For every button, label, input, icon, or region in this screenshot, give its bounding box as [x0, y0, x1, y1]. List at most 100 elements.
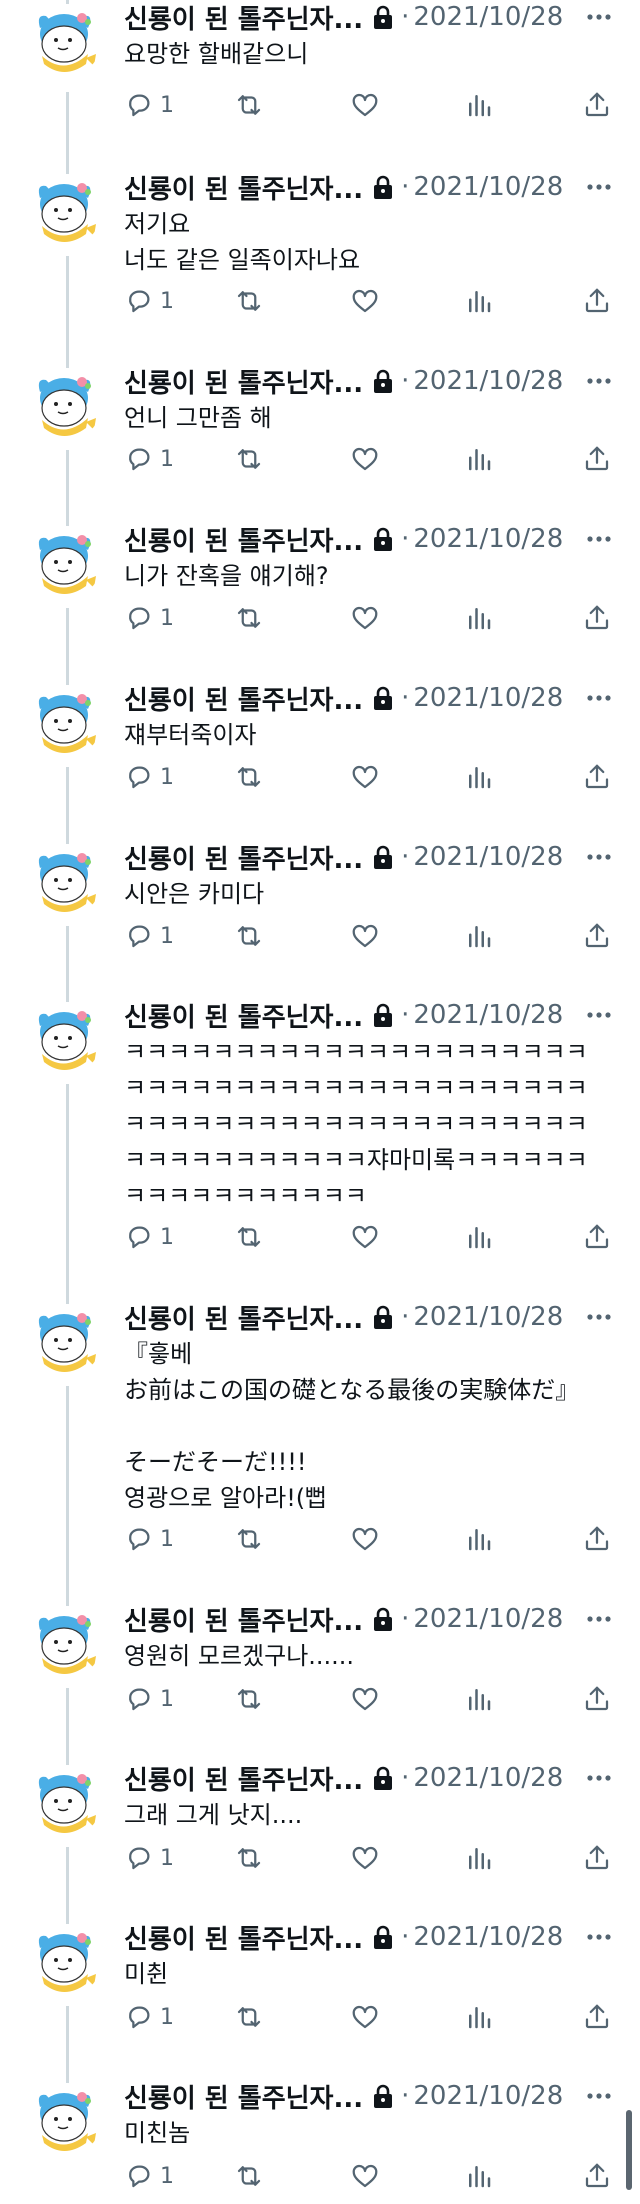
like-button[interactable]	[350, 284, 380, 318]
tweet-date[interactable]: 2021/10/28	[413, 1604, 563, 1634]
avatar[interactable]	[30, 1002, 102, 1074]
author-name[interactable]: 신룡이 된 톨주닌자...	[124, 363, 363, 400]
analytics-button[interactable]	[464, 601, 494, 635]
retweet-button[interactable]	[234, 1522, 264, 1556]
tweet[interactable]: 신룡이 된 톨주닌자... · 2021/10/28 미췬 1	[0, 1906, 640, 2073]
like-button[interactable]	[350, 1841, 380, 1875]
author-name[interactable]: 신룡이 된 톨주닌자...	[124, 1919, 363, 1956]
tweet[interactable]: 신룡이 된 톨주닌자... · 2021/10/28 요망한 할배같으니 1	[0, 0, 640, 164]
avatar[interactable]	[30, 4, 102, 76]
retweet-button[interactable]	[234, 601, 264, 635]
like-button[interactable]	[350, 2159, 380, 2193]
share-button[interactable]	[582, 1522, 612, 1556]
avatar[interactable]	[30, 1924, 102, 1996]
avatar[interactable]	[30, 1606, 102, 1678]
analytics-button[interactable]	[464, 2000, 494, 2034]
more-options-icon[interactable]	[582, 2079, 616, 2113]
share-button[interactable]	[582, 2159, 612, 2193]
more-options-icon[interactable]	[582, 681, 616, 715]
analytics-button[interactable]	[464, 1841, 494, 1875]
analytics-button[interactable]	[464, 1220, 494, 1254]
share-button[interactable]	[582, 284, 612, 318]
retweet-button[interactable]	[234, 88, 264, 122]
retweet-button[interactable]	[234, 919, 264, 953]
tweet[interactable]: 신룡이 된 톨주닌자... · 2021/10/28 시안은 카미다 1	[0, 826, 640, 992]
more-options-icon[interactable]	[582, 522, 616, 556]
share-button[interactable]	[582, 442, 612, 476]
analytics-button[interactable]	[464, 284, 494, 318]
analytics-button[interactable]	[464, 88, 494, 122]
author-name[interactable]: 신룡이 된 톨주닌자...	[124, 1760, 363, 1797]
avatar[interactable]	[30, 526, 102, 598]
retweet-button[interactable]	[234, 284, 264, 318]
avatar[interactable]	[30, 1765, 102, 1837]
reply-button[interactable]: 1	[124, 88, 174, 122]
tweet-date[interactable]: 2021/10/28	[413, 842, 563, 872]
tweet[interactable]: 신룡이 된 톨주닌자... · 2021/10/28 미친놈 1	[0, 2065, 640, 2204]
author-name[interactable]: 신룡이 된 톨주닌자...	[124, 1299, 363, 1336]
tweet[interactable]: 신룡이 된 톨주닌자... · 2021/10/28 『흫베 お前はこの国の礎となる最…	[0, 1286, 640, 1596]
like-button[interactable]	[350, 442, 380, 476]
share-button[interactable]	[582, 919, 612, 953]
retweet-button[interactable]	[234, 1841, 264, 1875]
avatar[interactable]	[30, 2083, 102, 2155]
author-name[interactable]: 신룡이 된 톨주닌자...	[124, 0, 363, 36]
tweet[interactable]: 신룡이 된 톨주닌자... · 2021/10/28 저기요 너도 같은 일족이자나요…	[0, 156, 640, 358]
reply-button[interactable]: 1	[124, 601, 174, 635]
tweet-date[interactable]: 2021/10/28	[413, 524, 563, 554]
reply-button[interactable]: 1	[124, 1220, 174, 1254]
retweet-button[interactable]	[234, 1220, 264, 1254]
share-button[interactable]	[582, 1220, 612, 1254]
tweet[interactable]: 신룡이 된 톨주닌자... · 2021/10/28 쟤부터죽이자 1	[0, 667, 640, 834]
like-button[interactable]	[350, 88, 380, 122]
tweet-date[interactable]: 2021/10/28	[413, 1000, 563, 1030]
tweet-date[interactable]: 2021/10/28	[413, 683, 563, 713]
tweet[interactable]: 신룡이 된 톨주닌자... · 2021/10/28 영원히 모르겠구나...... 1	[0, 1588, 640, 1755]
reply-button[interactable]: 1	[124, 1841, 174, 1875]
more-options-icon[interactable]	[582, 840, 616, 874]
retweet-button[interactable]	[234, 2000, 264, 2034]
analytics-button[interactable]	[464, 1522, 494, 1556]
like-button[interactable]	[350, 601, 380, 635]
author-name[interactable]: 신룡이 된 톨주닌자...	[124, 680, 363, 717]
retweet-button[interactable]	[234, 442, 264, 476]
author-name[interactable]: 신룡이 된 톨주닌자...	[124, 521, 363, 558]
more-options-icon[interactable]	[582, 1602, 616, 1636]
share-button[interactable]	[582, 601, 612, 635]
tweet-date[interactable]: 2021/10/28	[413, 172, 563, 202]
author-name[interactable]: 신룡이 된 톨주닌자...	[124, 2078, 363, 2115]
reply-button[interactable]: 1	[124, 442, 174, 476]
avatar[interactable]	[30, 844, 102, 916]
author-name[interactable]: 신룡이 된 톨주닌자...	[124, 839, 363, 876]
tweet-date[interactable]: 2021/10/28	[413, 1763, 563, 1793]
reply-button[interactable]: 1	[124, 919, 174, 953]
tweet-date[interactable]: 2021/10/28	[413, 1302, 563, 1332]
more-options-icon[interactable]	[582, 0, 616, 34]
like-button[interactable]	[350, 1682, 380, 1716]
reply-button[interactable]: 1	[124, 2000, 174, 2034]
share-button[interactable]	[582, 760, 612, 794]
analytics-button[interactable]	[464, 2159, 494, 2193]
analytics-button[interactable]	[464, 919, 494, 953]
tweet[interactable]: 신룡이 된 톨주닌자... · 2021/10/28 ㅋㅋㅋㅋㅋㅋㅋㅋㅋㅋㅋㅋㅋㅋㅋㅋ…	[0, 984, 640, 1294]
like-button[interactable]	[350, 1522, 380, 1556]
more-options-icon[interactable]	[582, 1920, 616, 1954]
like-button[interactable]	[350, 919, 380, 953]
tweet[interactable]: 신룡이 된 톨주닌자... · 2021/10/28 언니 그만좀 해 1	[0, 350, 640, 516]
tweet-date[interactable]: 2021/10/28	[413, 366, 563, 396]
analytics-button[interactable]	[464, 1682, 494, 1716]
author-name[interactable]: 신룡이 된 톨주닌자...	[124, 997, 363, 1034]
like-button[interactable]	[350, 760, 380, 794]
reply-button[interactable]: 1	[124, 284, 174, 318]
avatar[interactable]	[30, 174, 102, 246]
more-options-icon[interactable]	[582, 1300, 616, 1334]
more-options-icon[interactable]	[582, 170, 616, 204]
reply-button[interactable]: 1	[124, 1682, 174, 1716]
analytics-button[interactable]	[464, 760, 494, 794]
tweet-date[interactable]: 2021/10/28	[413, 1922, 563, 1952]
tweet-date[interactable]: 2021/10/28	[413, 2081, 563, 2111]
more-options-icon[interactable]	[582, 364, 616, 398]
tweet-date[interactable]: 2021/10/28	[413, 2, 563, 32]
reply-button[interactable]: 1	[124, 760, 174, 794]
tweet[interactable]: 신룡이 된 톨주닌자... · 2021/10/28 니가 잔혹을 얘기해? 1	[0, 508, 640, 675]
